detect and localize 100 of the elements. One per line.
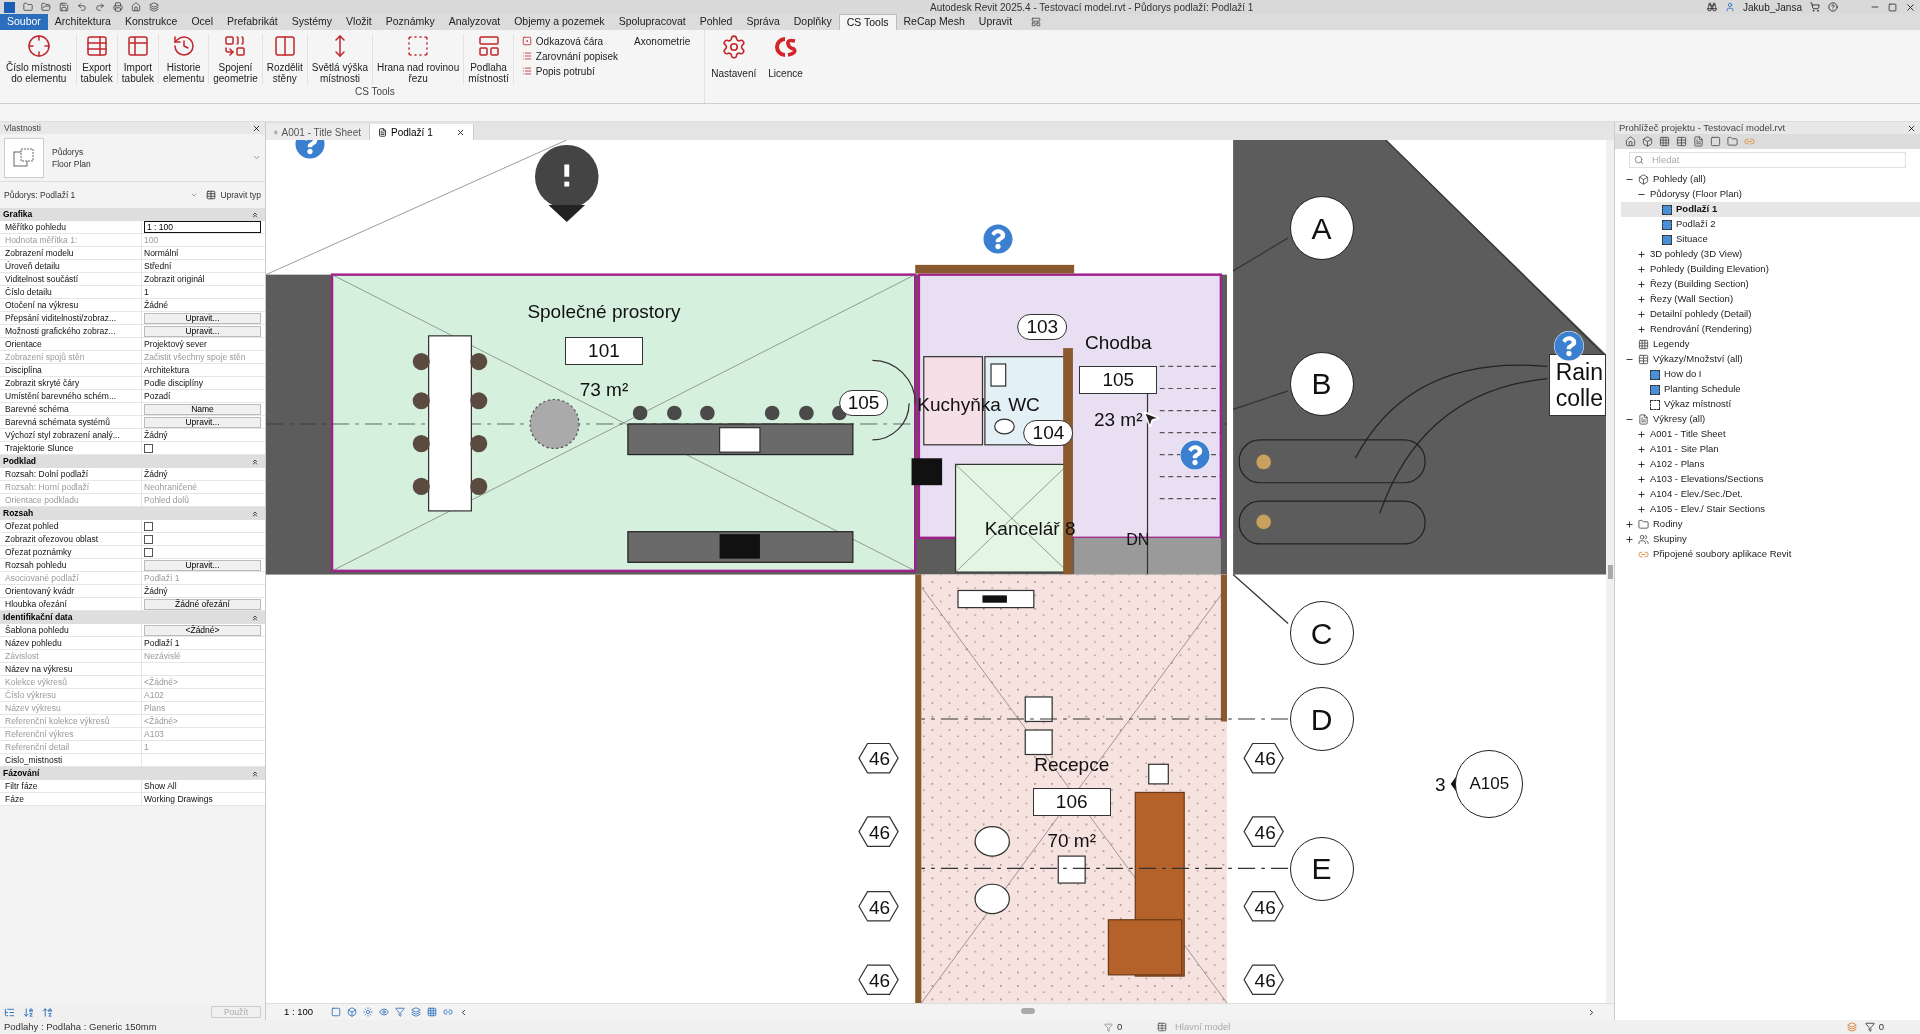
- expand-icon[interactable]: [1637, 310, 1646, 319]
- toolbar-icon[interactable]: [1676, 136, 1687, 147]
- ribbon-button[interactable]: Číslo místnosti do elementu: [2, 34, 77, 84]
- expand-icon[interactable]: [1637, 280, 1646, 289]
- property-button[interactable]: Name: [144, 403, 261, 415]
- sort-ascending-icon[interactable]: [23, 1006, 34, 1018]
- toolbar-icon[interactable]: [77, 2, 87, 12]
- toolbar-icon[interactable]: [1693, 136, 1704, 147]
- tree-item[interactable]: Legendy: [1621, 337, 1920, 352]
- checkbox[interactable]: [144, 534, 153, 544]
- toolbar-icon[interactable]: [1659, 136, 1670, 147]
- tree-item[interactable]: Půdorysy (Floor Plan): [1621, 187, 1920, 202]
- menu-tab[interactable]: Prefabrikát: [220, 14, 285, 30]
- menu-tab[interactable]: Doplňky: [786, 14, 839, 30]
- view-control-icon[interactable]: [363, 1007, 374, 1017]
- ribbon-small-button[interactable]: Zarovnání popisek: [521, 49, 619, 63]
- view-tab[interactable]: A001 - Title Sheet: [266, 124, 370, 140]
- collapse-icon[interactable]: [251, 769, 259, 778]
- tree-item[interactable]: Podlaží 1: [1621, 202, 1920, 217]
- view-control-icon[interactable]: [347, 1007, 358, 1017]
- cart-icon[interactable]: [1810, 2, 1820, 12]
- ribbon-button[interactable]: Rozdělit stěny: [262, 34, 308, 84]
- property-button[interactable]: Upravit...: [144, 312, 261, 324]
- view-selector[interactable]: Půdorys: Podlaží 1: [4, 188, 76, 202]
- close-icon[interactable]: [1905, 1, 1916, 13]
- menu-tab[interactable]: Systémy: [284, 14, 340, 30]
- tree-item[interactable]: Řezy (Building Section): [1621, 277, 1920, 292]
- expand-icon[interactable]: [1637, 460, 1646, 469]
- expand-icon[interactable]: [1625, 520, 1634, 529]
- help-icon[interactable]: [1828, 2, 1838, 12]
- toolbar-icon[interactable]: [23, 2, 33, 12]
- tree-item[interactable]: Výkazy/Množství (all): [1621, 352, 1920, 367]
- tree-item[interactable]: A101 - Site Plan: [1621, 442, 1920, 457]
- toolbar-icon[interactable]: [113, 2, 123, 12]
- property-button[interactable]: Upravit...: [144, 416, 261, 428]
- menu-tab[interactable]: Objemy a pozemek: [507, 14, 612, 30]
- ribbon-button[interactable]: Spojení geometrie: [209, 34, 263, 84]
- toolbar-icon[interactable]: [1727, 136, 1738, 147]
- tree-item[interactable]: A104 - Elev./Sec./Det.: [1621, 487, 1920, 502]
- menu-tab[interactable]: ReCap Mesh: [896, 14, 972, 30]
- user-name[interactable]: Jakub_Jansa: [1743, 0, 1802, 15]
- expand-icon[interactable]: [1637, 445, 1646, 454]
- toolbar-icon[interactable]: [59, 2, 69, 12]
- edit-type-button[interactable]: Upravit typ: [206, 188, 261, 202]
- expand-icon[interactable]: [1637, 475, 1646, 484]
- menu-tab[interactable]: Poznámky: [378, 14, 442, 30]
- tree-item[interactable]: Pohledy (Building Elevation): [1621, 262, 1920, 277]
- menu-tab[interactable]: Analyzovat: [441, 14, 508, 30]
- ribbon-button[interactable]: Hrana nad rovinou řezu: [372, 34, 465, 84]
- scroll-right-icon[interactable]: [1587, 1007, 1596, 1017]
- menu-tab[interactable]: Spolupracovat: [611, 14, 693, 30]
- panel-toggle-icon[interactable]: [1031, 17, 1042, 27]
- checkbox[interactable]: [144, 443, 153, 453]
- ribbon-button[interactable]: Import tabulek: [117, 34, 160, 84]
- ribbon-button[interactable]: Licence: [762, 34, 809, 81]
- tree-item[interactable]: Detailní pohledy (Detail): [1621, 307, 1920, 322]
- property-button[interactable]: Upravit...: [144, 325, 261, 337]
- ribbon-button[interactable]: Export tabulek: [76, 34, 118, 84]
- help-icon[interactable]: [983, 224, 1014, 255]
- scale-field[interactable]: 1 : 100: [144, 221, 261, 233]
- checkbox[interactable]: [144, 547, 153, 557]
- filter-icon[interactable]: [1864, 1022, 1875, 1032]
- tree-item[interactable]: A001 - Title Sheet: [1621, 427, 1920, 442]
- tree-item[interactable]: How do I: [1621, 367, 1920, 382]
- view-control-icon[interactable]: [379, 1007, 390, 1017]
- menu-tab[interactable]: Upravit: [971, 14, 1020, 30]
- menu-tab[interactable]: Pohled: [692, 14, 740, 30]
- view-control-icon[interactable]: [411, 1007, 422, 1017]
- tree-item[interactable]: A102 - Plans: [1621, 457, 1920, 472]
- menu-tab[interactable]: CS Tools: [838, 14, 897, 30]
- view-control-icon[interactable]: [331, 1007, 342, 1017]
- tree-item[interactable]: Rodiny: [1621, 517, 1920, 532]
- toolbar-icon[interactable]: [1710, 136, 1721, 147]
- property-button[interactable]: Žádné ořezání: [144, 598, 261, 610]
- binoculars-icon[interactable]: [1707, 2, 1718, 12]
- expand-icon[interactable]: [1637, 505, 1646, 514]
- tree-item[interactable]: Podlaží 2: [1621, 217, 1920, 232]
- expand-icon[interactable]: [1637, 430, 1646, 439]
- toolbar-icon[interactable]: [1642, 136, 1653, 147]
- view-tab[interactable]: Podlaží 1: [370, 124, 474, 140]
- toolbar-icon[interactable]: [95, 2, 105, 12]
- checkbox[interactable]: [144, 521, 153, 531]
- scale-label[interactable]: 1 : 100: [284, 1004, 314, 1020]
- property-button[interactable]: Upravit...: [144, 559, 261, 571]
- expand-icon[interactable]: [1637, 265, 1646, 274]
- ribbon-button[interactable]: Nastavení: [705, 34, 763, 81]
- expand-icon[interactable]: [1637, 250, 1646, 259]
- collapse-icon[interactable]: [251, 613, 259, 622]
- tree-item[interactable]: Výkaz místností: [1621, 397, 1920, 412]
- sort-descending-icon[interactable]: [42, 1006, 53, 1018]
- ribbon-button[interactable]: Historie elementu: [159, 34, 210, 84]
- expand-icon[interactable]: [1637, 325, 1646, 334]
- restore-icon[interactable]: [1888, 2, 1897, 12]
- tree-item[interactable]: Pohledy (all): [1621, 172, 1920, 187]
- tree-item[interactable]: A105 - Elev./ Stair Sections: [1621, 502, 1920, 517]
- tree-item[interactable]: Planting Schedule: [1621, 382, 1920, 397]
- tree-item[interactable]: Rendrování (Rendering): [1621, 322, 1920, 337]
- tree-item[interactable]: A103 - Elevations/Sections: [1621, 472, 1920, 487]
- tree-item[interactable]: Výkresy (all): [1621, 412, 1920, 427]
- menu-tab[interactable]: Správa: [739, 14, 787, 30]
